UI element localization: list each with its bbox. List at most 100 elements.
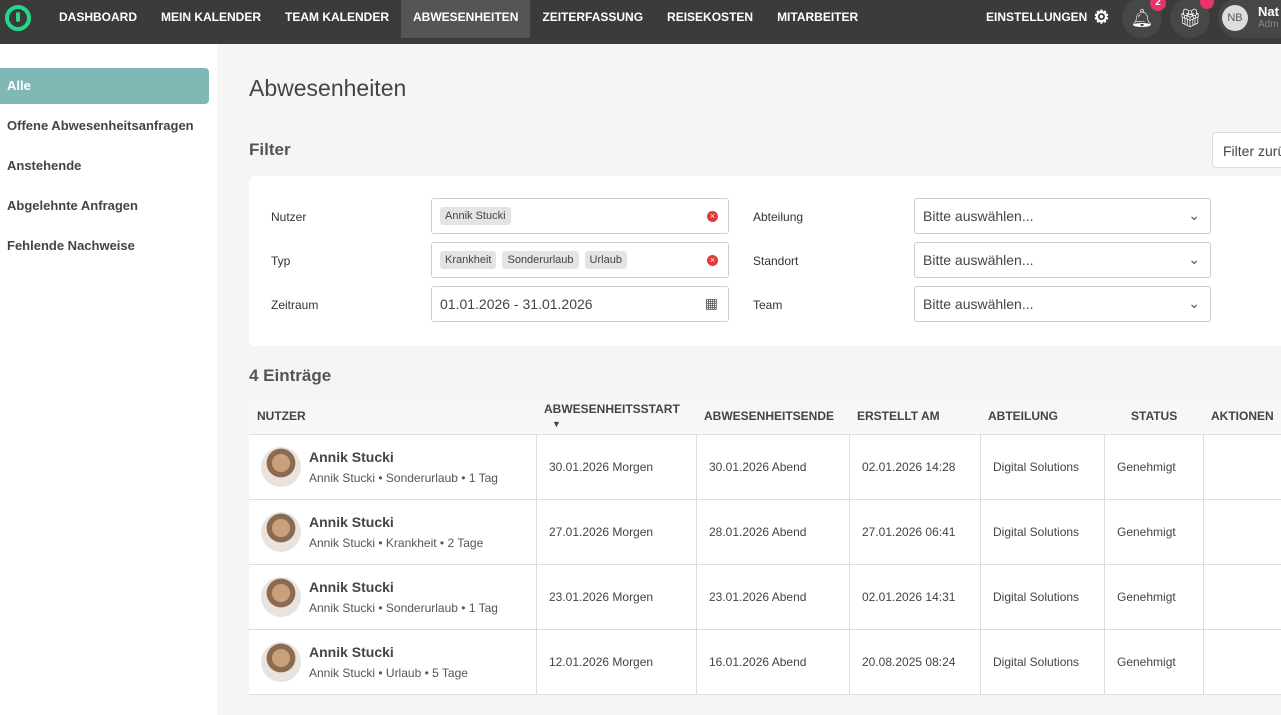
nav-reisekosten[interactable]: REISEKOSTEN [655,0,765,38]
col-start[interactable]: ABWESENHEITSSTART ▼ [536,402,696,430]
nav-dashboard[interactable]: DASHBOARD [47,0,149,38]
user-name[interactable]: Annik Stucki [309,644,468,660]
team-select[interactable]: Bitte auswählen... ⌄ [914,286,1211,322]
gear-icon: ⚙ [1093,7,1110,27]
chip: Annik Stucki [440,207,511,225]
placeholder: Bitte auswählen... [923,296,1034,312]
placeholder: Bitte auswählen... [923,208,1034,224]
created-cell: 02.01.2026 14:31 [849,565,980,629]
typ-label: Typ [271,254,291,268]
table-header: NUTZER ABWESENHEITSSTART ▼ ABWESENHEITSE… [249,398,1281,435]
zeitraum-input[interactable]: 01.01.2026 - 31.01.2026 ▦ [431,286,729,322]
chevron-down-icon: ⌄ [1188,251,1200,267]
start-cell: 27.01.2026 Morgen [536,500,696,564]
user-menu[interactable]: NB Nat Adm [1218,0,1281,38]
avatar: NB [1222,5,1248,31]
actions-cell[interactable] [1203,500,1281,564]
chip: Sonderurlaub [502,251,579,269]
typ-select[interactable]: Krankheit Sonderurlaub Urlaub × [431,242,729,278]
zeitraum-label: Zeitraum [271,298,319,312]
reset-filter-button[interactable]: Filter zurü [1212,132,1281,168]
user-name[interactable]: Annik Stucki [309,514,483,530]
col-nutzer[interactable]: NUTZER [249,409,536,423]
user-name[interactable]: Annik Stucki [309,449,498,465]
sidebar-item-anstehende[interactable]: Anstehende [0,148,209,184]
user-avatar [261,577,301,617]
sort-desc-icon: ▼ [552,419,561,429]
status-cell: Genehmigt [1104,630,1203,694]
end-cell: 28.01.2026 Abend [696,500,849,564]
table-row[interactable]: Annik Stucki Annik Stucki • Sonderurlaub … [249,435,1281,500]
nav-mein-kalender[interactable]: MEIN KALENDER [149,0,273,38]
col-aktionen: AKTIONEN [1211,409,1274,423]
sidebar-item-alle[interactable]: Alle [0,68,209,104]
user-role: Adm [1258,19,1279,30]
gift-button[interactable]: 🎁︎ [1170,0,1214,38]
chip: Krankheit [440,251,497,269]
created-cell: 27.01.2026 06:41 [849,500,980,564]
table-row[interactable]: Annik Stucki Annik Stucki • Urlaub • 5 Ta… [249,630,1281,695]
calendar-icon[interactable]: ▦ [705,295,718,312]
status-cell: Genehmigt [1104,565,1203,629]
settings-label: EINSTELLUNGEN [986,10,1088,24]
absence-summary: Annik Stucki • Sonderurlaub • 1 Tag [309,601,498,615]
top-nav-bar: DASHBOARD MEIN KALENDER TEAM KALENDER AB… [0,0,1281,44]
filter-title: Filter [249,140,291,159]
col-abteilung[interactable]: ABTEILUNG [980,409,1104,423]
abteilung-label: Abteilung [753,210,804,224]
created-cell: 20.08.2025 08:24 [849,630,980,694]
start-cell: 30.01.2026 Morgen [536,435,696,499]
chip: Urlaub [584,251,627,269]
gift-badge [1200,0,1214,9]
table-row[interactable]: Annik Stucki Annik Stucki • Sonderurlaub … [249,565,1281,630]
absences-table: NUTZER ABWESENHEITSSTART ▼ ABWESENHEITSE… [249,398,1281,695]
col-status[interactable]: STATUS [1104,409,1203,423]
sidebar-item-offene[interactable]: Offene Abwesenheitsanfragen [0,108,209,144]
user-cell: Annik Stucki Annik Stucki • Urlaub • 5 Ta… [249,630,536,694]
chevron-down-icon: ⌄ [1188,295,1200,311]
settings-button[interactable]: EINSTELLUNGEN ⚙ [986,0,1109,34]
user-cell: Annik Stucki Annik Stucki • Sonderurlaub … [249,565,536,629]
end-cell: 30.01.2026 Abend [696,435,849,499]
sidebar-item-fehlende-nachweise[interactable]: Fehlende Nachweise [0,228,209,264]
absence-summary: Annik Stucki • Sonderurlaub • 1 Tag [309,471,498,485]
abteilung-select[interactable]: Bitte auswählen... ⌄ [914,198,1211,234]
table-row[interactable]: Annik Stucki Annik Stucki • Krankheit • 2… [249,500,1281,565]
logo-icon[interactable] [5,5,31,31]
actions-cell[interactable] [1203,435,1281,499]
standort-label: Standort [753,254,799,268]
notification-badge: 2 [1150,0,1166,11]
end-cell: 23.01.2026 Abend [696,565,849,629]
clear-icon[interactable]: × [707,255,718,266]
zeitraum-value: 01.01.2026 - 31.01.2026 [440,296,593,312]
chevron-down-icon: ⌄ [1188,207,1200,223]
entries-count: 4 Einträge [249,366,332,385]
user-name: Nat [1258,4,1279,19]
bell-icon: 🔔︎ [1130,7,1154,28]
col-ende[interactable]: ABWESENHEITSENDE [696,409,849,423]
user-cell: Annik Stucki Annik Stucki • Sonderurlaub … [249,435,536,499]
col-start-label: ABWESENHEITSSTART [544,402,680,416]
nav-team-kalender[interactable]: TEAM KALENDER [273,0,401,38]
absence-summary: Annik Stucki • Krankheit • 2 Tage [309,536,484,550]
nav-mitarbeiter[interactable]: MITARBEITER [765,0,870,38]
nav-zeiterfassung[interactable]: ZEITERFASSUNG [530,0,655,38]
main-nav: DASHBOARD MEIN KALENDER TEAM KALENDER AB… [47,0,870,38]
user-name[interactable]: Annik Stucki [309,579,498,595]
start-cell: 12.01.2026 Morgen [536,630,696,694]
notifications-button[interactable]: 🔔︎ 2 [1122,0,1166,38]
col-erstellt[interactable]: ERSTELLT AM [849,409,980,423]
user-avatar [261,512,301,552]
status-cell: Genehmigt [1104,500,1203,564]
nutzer-select[interactable]: Annik Stucki × [431,198,729,234]
standort-select[interactable]: Bitte auswählen... ⌄ [914,242,1211,278]
created-cell: 02.01.2026 14:28 [849,435,980,499]
department-cell: Digital Solutions [980,565,1104,629]
actions-cell[interactable] [1203,565,1281,629]
filter-card: Nutzer Annik Stucki × Typ Krankheit Sond… [249,176,1281,346]
start-cell: 23.01.2026 Morgen [536,565,696,629]
sidebar-item-abgelehnte[interactable]: Abgelehnte Anfragen [0,188,209,224]
clear-icon[interactable]: × [707,211,718,222]
nav-abwesenheiten[interactable]: ABWESENHEITEN [401,0,531,38]
actions-cell[interactable] [1203,630,1281,694]
